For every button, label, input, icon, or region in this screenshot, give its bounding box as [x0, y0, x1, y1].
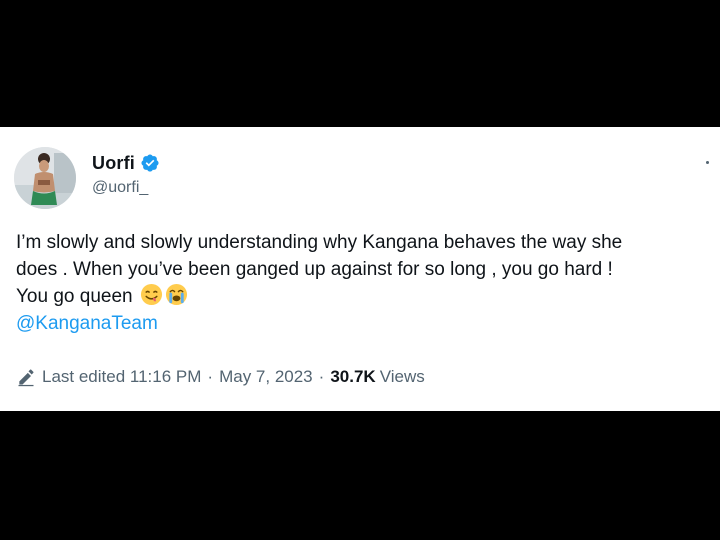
display-name[interactable]: Uorfi [92, 153, 135, 174]
avatar[interactable] [14, 147, 76, 209]
tweet-text-line: You go queen [16, 283, 720, 310]
tweet-card[interactable]: Uorfi @uorfi_ I’m slowly and slowly unde… [0, 127, 720, 411]
screenshot-frame: Uorfi @uorfi_ I’m slowly and slowly unde… [0, 0, 720, 540]
more-options-icon[interactable] [704, 155, 710, 169]
display-name-row: Uorfi [92, 151, 160, 175]
views-label: Views [379, 367, 425, 386]
separator: · [318, 367, 325, 386]
tweet-text-line: I’m slowly and slowly understanding why … [16, 232, 623, 253]
tweet-date[interactable]: May 7, 2023 [219, 367, 313, 387]
pencil-icon[interactable] [16, 367, 36, 387]
profile-photo-icon [14, 147, 76, 209]
tweet-text-line: does . When you’ve been ganged up agains… [16, 259, 613, 280]
mention-link[interactable]: @KanganaTeam [16, 310, 720, 337]
tweet-text: I’m slowly and slowly understanding why … [16, 229, 720, 337]
views-count: 30.7K [330, 367, 376, 386]
separator: · [207, 367, 214, 386]
tweet-header: Uorfi @uorfi_ [14, 147, 714, 211]
verified-badge-icon [140, 153, 160, 173]
tweet-text-fragment: You go queen [16, 286, 133, 307]
loudly-crying-face-emoji [165, 283, 188, 306]
author-names: Uorfi @uorfi_ [92, 151, 160, 197]
last-edited-link[interactable]: Last edited 11:16 PM [42, 367, 201, 387]
tweet-metadata: Last edited 11:16 PM · May 7, 2023 · 30.… [16, 367, 425, 387]
face-savoring-food-emoji [140, 283, 163, 306]
author-handle[interactable]: @uorfi_ [92, 179, 160, 197]
